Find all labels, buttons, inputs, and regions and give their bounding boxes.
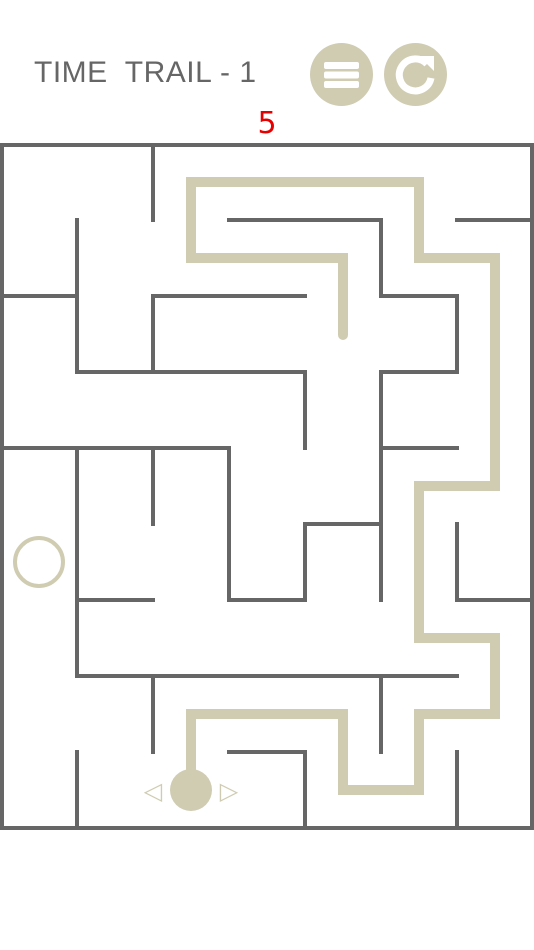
left-arrow-hint: ◁ bbox=[144, 777, 163, 805]
player-ball[interactable] bbox=[170, 769, 212, 811]
maze-board[interactable]: ◁ ▷ bbox=[0, 0, 534, 950]
right-arrow-hint: ▷ bbox=[220, 777, 239, 805]
trail-path bbox=[186, 177, 500, 795]
goal-ring bbox=[13, 536, 65, 588]
